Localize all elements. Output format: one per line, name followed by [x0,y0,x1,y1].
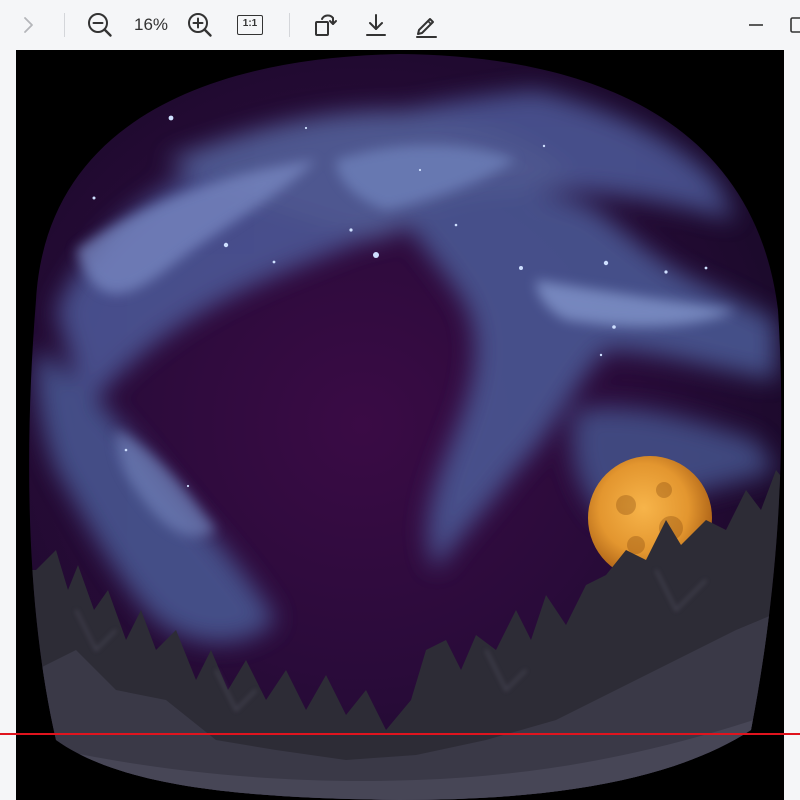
actual-size-button[interactable]: 1:1 [234,9,266,41]
maximize-icon [782,15,800,35]
image-canvas[interactable] [16,50,784,800]
zoom-in-button[interactable] [184,9,216,41]
minimize-icon [746,15,766,35]
zoom-out-icon [86,11,114,39]
fisheye-nebula-image [16,50,784,800]
minimize-button[interactable] [740,9,772,41]
image-viewer-window: 16% 1:1 [0,0,800,800]
maximize-button[interactable] [782,9,800,41]
toolbar: 16% 1:1 [0,0,800,50]
toolbar-separator [64,13,65,37]
actual-size-label: 1:1 [242,18,258,29]
zoom-in-icon [186,11,214,39]
rotate-button[interactable] [309,9,341,41]
download-button[interactable] [360,9,392,41]
zoom-out-button[interactable] [84,9,116,41]
actual-size-icon: 1:1 [237,15,263,35]
zoom-level-text: 16% [133,15,169,34]
download-icon [362,11,390,39]
edit-icon [412,11,440,39]
next-button[interactable] [12,9,44,41]
toolbar-separator [289,13,290,37]
edit-button[interactable] [410,9,442,41]
guide-line [0,733,800,735]
chevron-right-icon [18,15,38,35]
rotate-icon [311,11,339,39]
